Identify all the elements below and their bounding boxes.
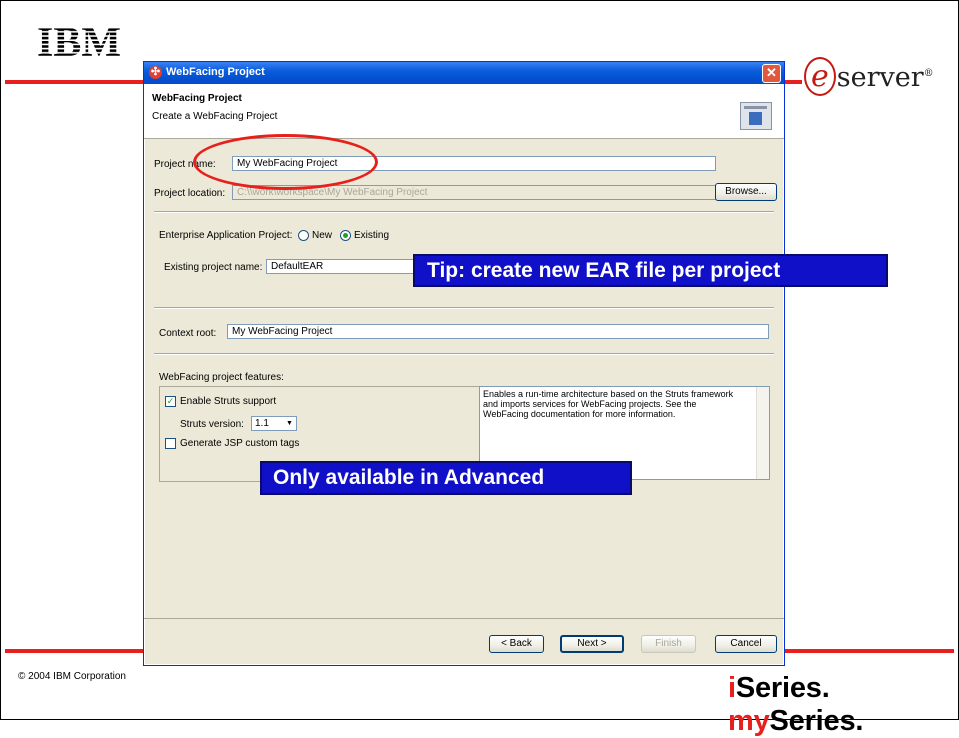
- separator-1: [154, 211, 774, 212]
- context-root-input[interactable]: My WebFacing Project: [227, 324, 769, 339]
- bottom-rule-left: [5, 649, 144, 653]
- description-scrollbar[interactable]: [756, 387, 769, 479]
- ear-new-radio[interactable]: [298, 230, 309, 241]
- enable-struts-label: Enable Struts support: [180, 396, 277, 407]
- header-subtitle: Create a WebFacing Project: [152, 111, 278, 122]
- ear-existing-radio[interactable]: [340, 230, 351, 241]
- chevron-down-icon[interactable]: ▼: [284, 418, 295, 429]
- ear-existing-label: Existing: [354, 230, 390, 241]
- eserver-logo: e server®: [804, 57, 934, 96]
- next-button[interactable]: Next >: [560, 635, 624, 653]
- description-text: Enables a run-time architecture based on…: [483, 389, 734, 419]
- back-button[interactable]: < Back: [489, 635, 544, 653]
- wizard-banner-icon: [740, 102, 772, 130]
- cancel-button[interactable]: Cancel: [715, 635, 777, 653]
- tip-callout: Tip: create new EAR file per project: [413, 254, 888, 287]
- brand-series2: Series.: [769, 705, 864, 737]
- jsp-tags-checkbox[interactable]: [165, 438, 176, 449]
- brand-series: Series.: [735, 672, 830, 704]
- enable-struts-checkbox[interactable]: ✓: [165, 396, 176, 407]
- top-rule-right: [784, 80, 802, 84]
- wizard-footer: < Back Next > Finish Cancel: [144, 618, 784, 665]
- brand-my: my: [728, 705, 770, 737]
- existing-project-label: Existing project name:: [164, 262, 263, 273]
- struts-version-value: 1.1: [255, 418, 269, 429]
- context-root-label: Context root:: [159, 328, 217, 339]
- title-bar[interactable]: ✣ WebFacing Project ✕: [144, 62, 784, 84]
- webfacing-icon: ✣: [149, 66, 162, 79]
- jsp-tags-label: Generate JSP custom tags: [180, 438, 300, 449]
- window-title: WebFacing Project: [166, 66, 265, 78]
- finish-button: Finish: [641, 635, 696, 653]
- highlight-ellipse: [193, 134, 378, 190]
- eserver-text: server: [836, 62, 924, 93]
- iseries-brand: iSeries. mySeries.: [728, 672, 959, 738]
- ear-new-label: New: [312, 230, 333, 241]
- eserver-e: e: [804, 57, 836, 96]
- close-button[interactable]: ✕: [762, 64, 781, 83]
- ear-label: Enterprise Application Project:: [159, 230, 293, 241]
- project-location-label: Project location:: [154, 188, 226, 199]
- ibm-logo-text: IBM: [37, 20, 121, 60]
- separator-3: [154, 353, 774, 354]
- features-label: WebFacing project features:: [159, 372, 284, 383]
- brand-i: i: [728, 672, 736, 704]
- bottom-rule-right: [784, 649, 954, 653]
- header-title: WebFacing Project: [152, 93, 242, 104]
- advanced-callout: Only available in Advanced: [260, 461, 632, 495]
- eserver-reg: ®: [923, 68, 934, 79]
- top-rule-left: [5, 80, 144, 84]
- wizard-header: WebFacing Project Create a WebFacing Pro…: [144, 84, 784, 139]
- ibm-logo: IBM: [37, 20, 121, 60]
- struts-version-select[interactable]: 1.1 ▼: [251, 416, 297, 431]
- struts-version-label: Struts version:: [180, 419, 244, 430]
- separator-2: [154, 307, 774, 308]
- browse-button[interactable]: Browse...: [715, 183, 777, 201]
- copyright: © 2004 IBM Corporation: [18, 671, 126, 682]
